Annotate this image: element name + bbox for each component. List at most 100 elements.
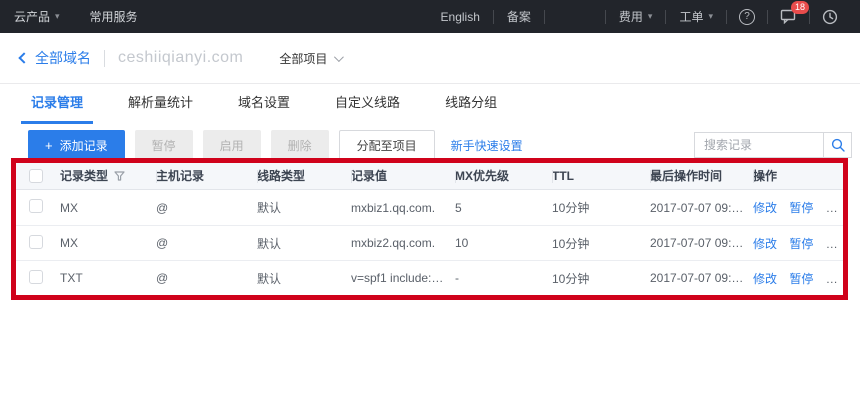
pause-link[interactable]: 暂停 (789, 272, 813, 286)
enable-button[interactable]: 启用 (203, 130, 261, 160)
record-operations: 修改 暂停 删除 (753, 270, 844, 287)
search-icon (831, 138, 845, 152)
delete-link[interactable]: 删除 (826, 272, 844, 286)
table-row: MX @ 默认 mxbiz1.qq.com. 5 10分钟 2017-07-07… (16, 190, 844, 225)
message-count-badge: 18 (791, 1, 809, 14)
filter-icon[interactable] (114, 171, 125, 181)
record-value: mxbiz2.qq.com. (351, 236, 455, 250)
header-label: 记录值 (351, 169, 387, 183)
chevron-down-icon (334, 52, 344, 62)
add-record-button[interactable]: + 添加记录 (28, 130, 125, 160)
topbar: 云产品 ▾ 常用服务 English 备案 费用 ▾ 工单 ▾ (0, 0, 860, 33)
record-mx-priority: 5 (455, 201, 552, 215)
dns-records-console: 云产品 ▾ 常用服务 English 备案 费用 ▾ 工单 ▾ (0, 0, 860, 409)
clock-icon (822, 9, 838, 25)
tab-label: 线路分组 (445, 95, 497, 110)
pause-link[interactable]: 暂停 (789, 201, 813, 215)
back-link-label: 全部域名 (35, 48, 91, 68)
record-type: MX (60, 236, 156, 250)
nav-cloud-products[interactable]: 云产品 ▾ (14, 8, 60, 25)
tab-label: 解析量统计 (128, 95, 193, 110)
delete-link[interactable]: 删除 (826, 201, 844, 215)
caret-down-icon: ▾ (55, 12, 60, 21)
search-button[interactable] (823, 133, 851, 157)
pause-link[interactable]: 暂停 (789, 237, 813, 251)
nav-beian[interactable]: 备案 (494, 8, 544, 25)
topbar-left: 云产品 ▾ 常用服务 (14, 8, 138, 25)
delete-link[interactable]: 删除 (826, 237, 844, 251)
toolbar-buttons: + 添加记录 暂停 启用 删除 分配至项目 新手快速设置 (28, 130, 523, 160)
modify-link[interactable]: 修改 (753, 237, 777, 251)
nav-fee-label: 费用 (619, 8, 643, 25)
tab-domain-settings[interactable]: 域名设置 (228, 84, 300, 124)
assign-to-project-button[interactable]: 分配至项目 (339, 130, 435, 160)
enable-label: 启用 (220, 137, 244, 154)
tab-bar: 记录管理 解析量统计 域名设置 自定义线路 线路分组 (0, 84, 860, 124)
tab-resolution-stats[interactable]: 解析量统计 (118, 84, 203, 124)
row-checkbox[interactable] (29, 270, 43, 284)
quick-setup-link[interactable]: 新手快速设置 (451, 137, 523, 154)
delete-label: 删除 (288, 137, 312, 154)
project-selector[interactable]: 全部项目 (279, 50, 341, 67)
records-table: 记录类型 主机记录 线路类型 记录值 MX优先级 TTL 最后操作时间 操作 M… (16, 163, 844, 295)
header-label: 记录类型 (60, 163, 108, 190)
topbar-right: English 备案 费用 ▾ 工单 ▾ ? (428, 8, 850, 25)
nav-english-label: English (441, 10, 480, 24)
account-name-redacted (545, 10, 605, 24)
modify-link[interactable]: 修改 (753, 201, 777, 215)
header-label: TTL (552, 169, 574, 183)
pause-button[interactable]: 暂停 (135, 130, 193, 160)
help-icon: ? (739, 9, 755, 25)
pause-label: 暂停 (152, 137, 176, 154)
tab-custom-lines[interactable]: 自定义线路 (325, 84, 410, 124)
record-mx-priority: 10 (455, 236, 552, 250)
tab-line-groups[interactable]: 线路分组 (435, 84, 507, 124)
record-type: MX (60, 201, 156, 215)
nav-fee[interactable]: 费用 ▾ (606, 8, 666, 25)
help-button[interactable]: ? (727, 9, 767, 25)
record-mx-priority: - (455, 271, 552, 285)
record-operations: 修改 暂停 删除 (753, 235, 844, 252)
nav-ticket[interactable]: 工单 ▾ (666, 8, 726, 25)
row-checkbox-cell (16, 270, 60, 287)
record-line: 默认 (257, 270, 351, 287)
history-button[interactable] (810, 9, 850, 25)
record-value: v=spf1 include:spf.... (351, 271, 455, 285)
plus-icon: + (45, 138, 53, 153)
header-label: MX优先级 (455, 169, 509, 183)
record-line: 默认 (257, 199, 351, 216)
header-record-value: 记录值 (351, 163, 455, 190)
table-header-row: 记录类型 主机记录 线路类型 记录值 MX优先级 TTL 最后操作时间 操作 (16, 163, 844, 190)
search-input[interactable] (695, 138, 823, 152)
nav-ticket-label: 工单 (679, 8, 703, 25)
nav-beian-label: 备案 (507, 8, 531, 25)
delete-button[interactable]: 删除 (271, 130, 329, 160)
tab-record-management[interactable]: 记录管理 (21, 84, 93, 124)
nav-common-services-label: 常用服务 (90, 8, 138, 25)
record-ttl: 10分钟 (552, 199, 650, 216)
back-to-all-domains-link[interactable]: 全部域名 (20, 48, 91, 68)
nav-english[interactable]: English (428, 10, 493, 24)
header-label: 主机记录 (156, 169, 204, 183)
tab-label: 域名设置 (238, 95, 290, 110)
record-last-modified: 2017-07-07 09:52:23 (650, 201, 753, 215)
row-checkbox[interactable] (29, 199, 43, 213)
row-checkbox[interactable] (29, 235, 43, 249)
search-box (694, 132, 852, 158)
caret-down-icon: ▾ (648, 12, 653, 21)
record-host: @ (156, 271, 257, 285)
messages-button[interactable]: 18 (768, 9, 809, 24)
modify-link[interactable]: 修改 (753, 272, 777, 286)
header-operations: 操作 (753, 163, 844, 190)
select-all-checkbox[interactable] (29, 169, 43, 183)
table-row: MX @ 默认 mxbiz2.qq.com. 10 10分钟 2017-07-0… (16, 225, 844, 260)
header-label: 操作 (753, 169, 777, 183)
header-record-type: 记录类型 (60, 163, 156, 190)
record-value: mxbiz1.qq.com. (351, 201, 455, 215)
record-ttl: 10分钟 (552, 270, 650, 287)
row-checkbox-cell (16, 199, 60, 216)
record-last-modified: 2017-07-07 09:52:25 (650, 236, 753, 250)
record-host: @ (156, 201, 257, 215)
nav-common-services[interactable]: 常用服务 (90, 8, 138, 25)
record-ttl: 10分钟 (552, 235, 650, 252)
